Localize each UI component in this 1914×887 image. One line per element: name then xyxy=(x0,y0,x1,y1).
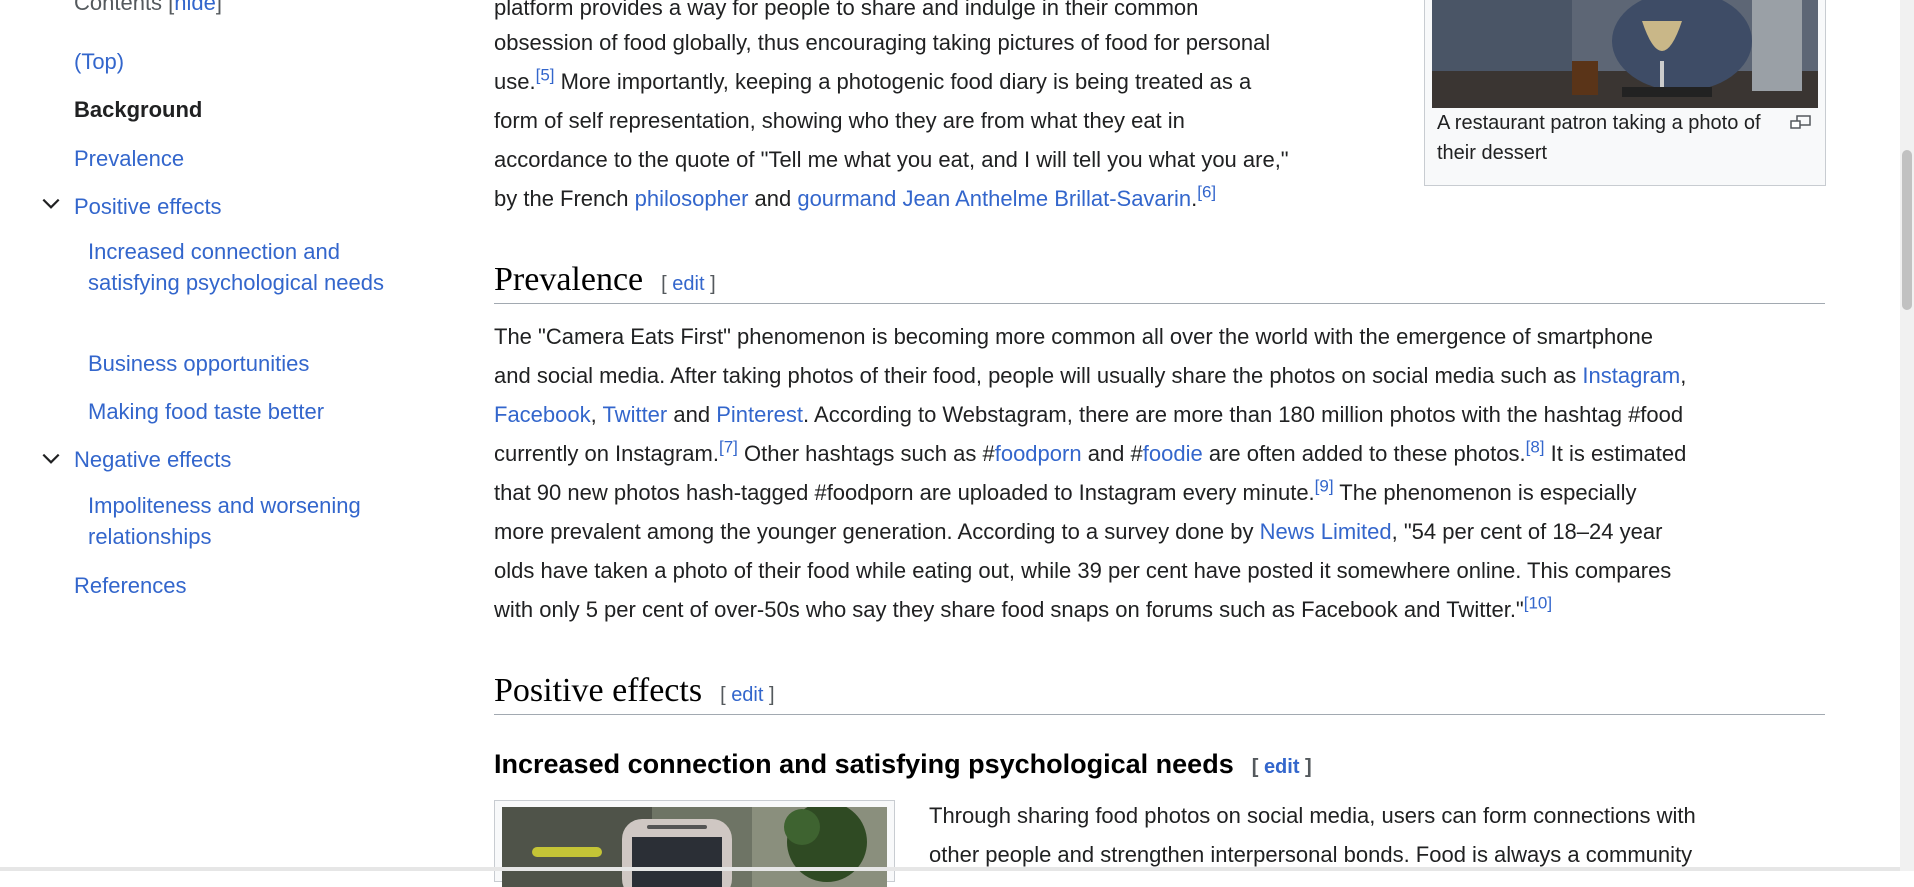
prevalence-line-5: that 90 new photos hash-tagged #foodporn… xyxy=(494,476,1637,505)
toc-item-negative-effects[interactable]: Negative effects xyxy=(74,444,231,475)
link-foodporn[interactable]: foodporn xyxy=(995,441,1082,466)
toc-item-increased-connection[interactable]: Increased connection and satisfying psyc… xyxy=(88,236,388,298)
figure-restaurant-patron: A restaurant patron taking a photo of th… xyxy=(1424,0,1826,186)
edit-link-wrapper: [ edit ] xyxy=(1251,756,1312,778)
chevron-down-icon[interactable] xyxy=(40,448,62,470)
toc-title: Contents xyxy=(74,0,163,15)
vertical-scrollbar[interactable] xyxy=(1900,0,1914,871)
edit-positive-effects-link[interactable]: edit xyxy=(731,684,763,706)
horizontal-scrollbar[interactable] xyxy=(0,867,1900,871)
toc-hide-link[interactable]: hide xyxy=(174,0,216,15)
toc-item-prevalence[interactable]: Prevalence xyxy=(74,143,184,174)
toc-item-references[interactable]: References xyxy=(74,570,187,601)
link-gourmand[interactable]: gourmand xyxy=(797,186,896,211)
toc-heading: Contents [hide] xyxy=(74,0,222,16)
scrollbar-thumb[interactable] xyxy=(1902,150,1912,310)
citation-9[interactable]: [9] xyxy=(1315,477,1334,496)
link-brillat-savarin[interactable]: Jean Anthelme Brillat-Savarin xyxy=(903,186,1192,211)
prevalence-line-6: more prevalent among the younger generat… xyxy=(494,519,1663,544)
chevron-down-icon[interactable] xyxy=(40,193,62,215)
background-line-2: obsession of food globally, thus encoura… xyxy=(494,30,1271,55)
background-line-4: form of self representation, showing who… xyxy=(494,108,1185,133)
toc-item-top[interactable]: (Top) xyxy=(74,46,124,77)
section-heading-prevalence: Prevalence[ edit ] xyxy=(494,261,716,298)
enlarge-icon[interactable] xyxy=(1790,115,1812,131)
figure-caption: A restaurant patron taking a photo of th… xyxy=(1437,112,1761,164)
background-line-5: accordance to the quote of "Tell me what… xyxy=(494,147,1289,172)
prevalence-line-4: currently on Instagram.[7] Other hashtag… xyxy=(494,437,1687,466)
link-pinterest[interactable]: Pinterest xyxy=(716,402,803,427)
citation-6[interactable]: [6] xyxy=(1197,183,1216,202)
link-instagram[interactable]: Instagram xyxy=(1582,363,1680,388)
citation-10[interactable]: [10] xyxy=(1524,594,1552,613)
table-of-contents: Contents [hide] (Top) Background Prevale… xyxy=(0,0,400,871)
edit-increased-connection-link[interactable]: edit xyxy=(1264,756,1300,778)
toc-item-making-food-taste-better[interactable]: Making food taste better xyxy=(88,396,388,427)
toc-item-positive-effects[interactable]: Positive effects xyxy=(74,191,222,222)
link-twitter[interactable]: Twitter xyxy=(602,402,667,427)
restaurant-photo-image[interactable] xyxy=(1432,0,1818,108)
edit-link-wrapper: [ edit ] xyxy=(720,684,775,706)
prevalence-line-7: olds have taken a photo of their food wh… xyxy=(494,558,1672,583)
prevalence-line-8: with only 5 per cent of over-50s who say… xyxy=(494,593,1553,622)
phone-photo-image[interactable] xyxy=(502,807,887,887)
link-foodie[interactable]: foodie xyxy=(1143,441,1203,466)
toc-item-impoliteness[interactable]: Impoliteness and worsening relationships xyxy=(88,490,388,552)
link-facebook[interactable]: Facebook xyxy=(494,402,591,427)
edit-link-wrapper: [ edit ] xyxy=(661,273,716,295)
prevalence-line-1: The "Camera Eats First" phenomenon is be… xyxy=(494,324,1653,349)
citation-8[interactable]: [8] xyxy=(1526,438,1545,457)
subsection-heading-increased-connection: Increased connection and satisfying psyc… xyxy=(494,749,1312,779)
toc-item-business-opportunities[interactable]: Business opportunities xyxy=(88,348,388,379)
citation-7[interactable]: [7] xyxy=(719,438,738,457)
edit-prevalence-link[interactable]: edit xyxy=(672,273,704,295)
link-news-limited[interactable]: News Limited xyxy=(1260,519,1392,544)
section-heading-positive-effects: Positive effects[ edit ] xyxy=(494,672,775,709)
toc-item-background[interactable]: Background xyxy=(74,94,202,125)
prevalence-line-3: Facebook, Twitter and Pinterest. Accordi… xyxy=(494,402,1684,427)
citation-5[interactable]: [5] xyxy=(536,66,555,85)
increased-line-1: Through sharing food photos on social me… xyxy=(929,803,1696,828)
section-divider xyxy=(494,303,1825,304)
background-line-3: use.[5] More importantly, keeping a phot… xyxy=(494,65,1252,94)
section-divider xyxy=(494,714,1825,715)
prevalence-line-2: and social media. After taking photos of… xyxy=(494,363,1687,388)
link-philosopher[interactable]: philosopher xyxy=(635,186,749,211)
background-line-6: by the French philosopher and gourmand J… xyxy=(494,182,1217,211)
